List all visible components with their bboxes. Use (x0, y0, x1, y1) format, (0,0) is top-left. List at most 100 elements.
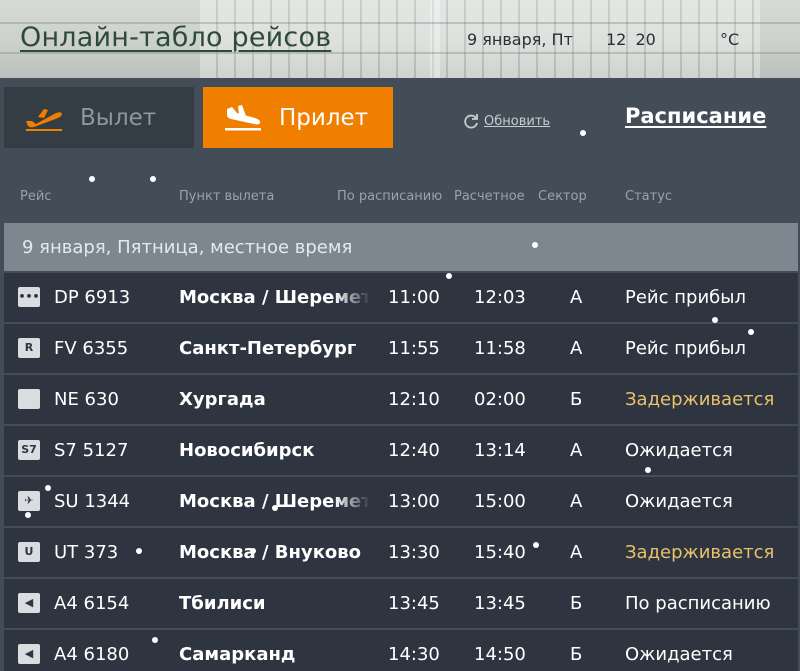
flight-status: Ожидается (625, 644, 733, 665)
flight-number: UT 373 (54, 542, 119, 563)
airline-logo-a4-icon: ◀ (18, 644, 40, 664)
decor-dot (250, 548, 256, 554)
plane-landing-icon (225, 104, 261, 130)
flight-number: SU 1344 (54, 491, 131, 512)
flight-scheduled: 13:45 (388, 593, 440, 614)
airline-logo-aeroflot-icon: ✈ (18, 491, 40, 511)
tab-arrival[interactable]: Прилет (203, 87, 393, 148)
flight-estimated: 13:14 (474, 440, 526, 461)
date-band-label: 9 января, Пятница, местное время (22, 236, 353, 258)
decor-dot (150, 176, 156, 182)
column-header-sector: Сектор (538, 189, 587, 204)
decor-dot (152, 637, 158, 643)
flight-sector: А (570, 491, 583, 512)
flight-status: Рейс прибыл (625, 338, 746, 359)
airline-logo-s7-icon: S7 (18, 440, 40, 460)
refresh-icon (464, 114, 478, 129)
flight-number: DP 6913 (54, 287, 131, 308)
flight-origin: Тбилиси (179, 593, 266, 614)
flight-estimated: 02:00 (474, 389, 526, 410)
flight-row[interactable]: ••• DP 6913 Москва / Шереметьево 11:00 1… (4, 273, 798, 322)
flight-origin: Санкт-Петербург (179, 338, 357, 359)
tab-departure-label: Вылет (80, 104, 157, 131)
airline-logo-dots-icon: ••• (18, 287, 40, 307)
flight-sector: А (570, 287, 583, 308)
flight-estimated: 14:50 (474, 644, 526, 665)
flight-status: Рейс прибыл (625, 287, 746, 308)
origin-fade (334, 477, 370, 526)
flight-estimated: 12:03 (474, 287, 526, 308)
airline-logo-r-icon: R (18, 338, 40, 358)
plane-takeoff-icon (26, 108, 62, 131)
decor-dot (712, 317, 718, 323)
airline-logo-utair-icon: U (18, 542, 40, 562)
flight-sector: Б (570, 389, 583, 410)
flight-number: A4 6154 (54, 593, 130, 614)
flight-scheduled: 14:30 (388, 644, 440, 665)
flight-scheduled: 13:00 (388, 491, 440, 512)
header-temperature: °C (720, 30, 740, 49)
flight-scheduled: 11:00 (388, 287, 440, 308)
flight-estimated: 13:45 (474, 593, 526, 614)
flight-status: По расписанию (625, 593, 771, 614)
flight-origin: Новосибирск (179, 440, 315, 461)
flight-estimated: 15:00 (474, 491, 526, 512)
tab-arrival-label: Прилет (279, 104, 369, 131)
decor-dot (532, 242, 538, 248)
refresh-label: Обновить (484, 113, 551, 129)
airline-logo-a4-icon: ◀ (18, 593, 40, 613)
flight-status: Задерживается (625, 542, 775, 563)
decor-dot (89, 176, 95, 182)
flight-estimated: 15:40 (474, 542, 526, 563)
flight-origin: Москва / Внуково (179, 542, 362, 563)
flight-number: A4 6180 (54, 644, 130, 665)
flight-row[interactable]: S7 S7 5127 Новосибирск 12:40 13:14 А Ожи… (4, 426, 798, 475)
decor-dot (25, 512, 31, 518)
flight-status: Ожидается (625, 491, 733, 512)
schedule-link[interactable]: Расписание (625, 104, 766, 128)
column-header-estimated: Расчетное (454, 189, 525, 204)
header-date: 9 января, Пт (467, 30, 573, 49)
decor-dot (645, 467, 651, 473)
decor-dot (580, 130, 586, 136)
decor-dot (45, 485, 51, 491)
flight-row[interactable]: R FV 6355 Санкт-Петербург 11:55 11:58 А … (4, 324, 798, 373)
airline-logo-white-icon (18, 389, 40, 409)
origin-fade (334, 273, 370, 322)
decor-dot (272, 505, 278, 511)
flight-sector: А (570, 338, 583, 359)
flight-row[interactable]: U UT 373 Москва / Внуково 13:30 15:40 А … (4, 528, 798, 577)
flight-row[interactable]: NE 630 Хургада 12:10 02:00 Б Задерживает… (4, 375, 798, 424)
header-time: 12 20 (606, 30, 656, 49)
flight-estimated: 11:58 (474, 338, 526, 359)
column-header-origin: Пункт вылета (179, 189, 275, 204)
page-title[interactable]: Онлайн-табло рейсов (20, 22, 331, 53)
flight-sector: Б (570, 644, 583, 665)
decor-dot (533, 542, 539, 548)
flight-row[interactable]: ◀ A4 6154 Тбилиси 13:45 13:45 Б По распи… (4, 579, 798, 628)
flight-number: S7 5127 (54, 440, 129, 461)
decor-dot (748, 329, 754, 335)
flight-scheduled: 11:55 (388, 338, 440, 359)
flight-scheduled: 12:40 (388, 440, 440, 461)
flight-origin: Хургада (179, 389, 266, 410)
flight-row[interactable]: ✈ SU 1344 Москва / Шереметьево 13:00 15:… (4, 477, 798, 526)
column-header-flight: Рейс (20, 189, 52, 204)
tab-departure[interactable]: Вылет (4, 87, 194, 148)
flight-number: FV 6355 (54, 338, 129, 359)
flight-sector: Б (570, 593, 583, 614)
date-band: 9 января, Пятница, местное время (4, 223, 798, 271)
flight-row[interactable]: ◀ A4 6180 Самарканд 14:30 14:50 Б Ожидае… (4, 630, 798, 671)
flight-sector: А (570, 542, 583, 563)
column-header-scheduled: По расписанию (337, 189, 443, 204)
flight-sector: А (570, 440, 583, 461)
flight-list: ••• DP 6913 Москва / Шереметьево 11:00 1… (4, 273, 798, 671)
refresh-button[interactable]: Обновить (462, 112, 550, 130)
flight-scheduled: 12:10 (388, 389, 440, 410)
column-header-status: Статус (625, 189, 673, 204)
header: Онлайн-табло рейсов 9 января, Пт 12 20 °… (0, 0, 800, 78)
flight-number: NE 630 (54, 389, 119, 410)
flight-status: Задерживается (625, 389, 775, 410)
decor-dot (136, 548, 142, 554)
flight-origin: Самарканд (179, 644, 296, 665)
